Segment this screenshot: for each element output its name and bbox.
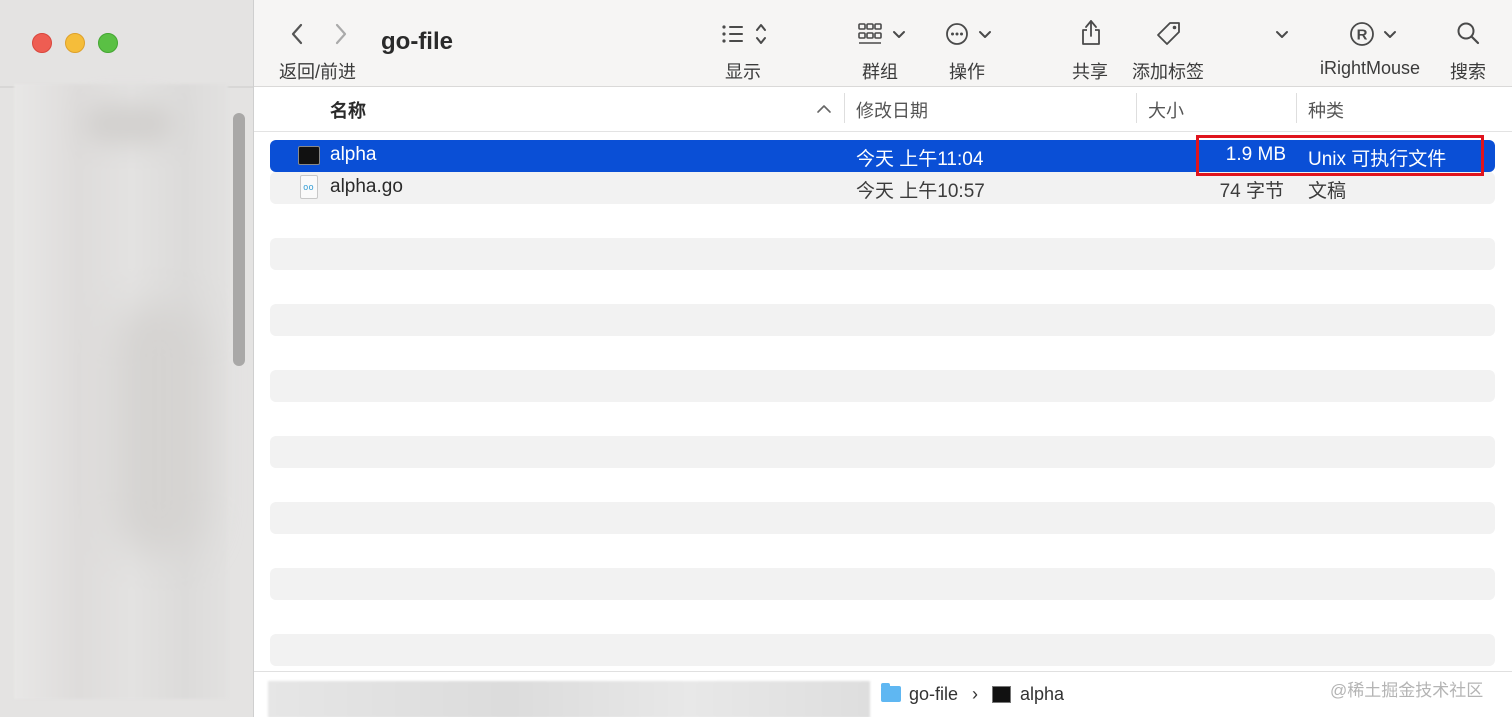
column-separator[interactable] xyxy=(1296,93,1297,123)
sidebar xyxy=(0,0,254,717)
path-folder[interactable]: go-file xyxy=(909,684,958,705)
annotation-highlight-box xyxy=(1196,135,1484,176)
search-button[interactable] xyxy=(1455,20,1483,48)
file-list: alpha 今天 上午11:04 1.9 MB Unix 可执行文件 oo al… xyxy=(254,132,1512,672)
add-tag-label: 添加标签 xyxy=(1132,62,1204,82)
empty-row-stripe xyxy=(270,436,1495,468)
column-header-bar: 名称 修改日期 大小 种类 xyxy=(254,87,1512,132)
group-button[interactable] xyxy=(856,20,910,50)
add-tag-button[interactable] xyxy=(1154,18,1184,50)
view-label: 显示 xyxy=(725,62,761,82)
search-icon xyxy=(1457,22,1480,45)
chevron-right-icon xyxy=(335,23,347,45)
nav-label: 返回/前进 xyxy=(279,62,357,82)
file-name: alpha xyxy=(330,144,377,165)
chevron-down-icon xyxy=(1276,31,1288,38)
path-file[interactable]: alpha xyxy=(1020,684,1064,705)
file-row-alpha-go[interactable]: oo alpha.go 今天 上午10:57 74 字节 文稿 xyxy=(270,172,1495,204)
column-separator[interactable] xyxy=(844,93,845,123)
zoom-window-button[interactable] xyxy=(98,33,118,53)
column-header-name[interactable]: 名称 xyxy=(330,97,366,123)
share-icon xyxy=(1082,20,1100,45)
tag-icon xyxy=(1157,22,1180,45)
sidebar-blurred-content xyxy=(14,84,228,699)
group-label: 群组 xyxy=(862,62,898,82)
irightmouse-button[interactable]: R xyxy=(1346,20,1402,50)
file-date: 今天 上午11:04 xyxy=(856,149,984,170)
watermark: @稀土掘金技术社区 xyxy=(1330,681,1484,700)
sidebar-scrollbar[interactable] xyxy=(233,113,245,366)
finder-window: 返回/前进 go-file 显示 群组 操作 共享 添加标签 R iRightM… xyxy=(0,0,1512,717)
svg-text:R: R xyxy=(1357,27,1368,44)
folder-icon xyxy=(881,683,901,702)
terminal-executable-icon xyxy=(298,146,320,165)
registered-mark-icon: R xyxy=(1350,22,1396,46)
terminal-executable-icon xyxy=(992,686,1011,703)
chevron-left-icon xyxy=(291,23,303,45)
window-title: go-file xyxy=(381,28,453,55)
share-button[interactable] xyxy=(1078,16,1104,48)
empty-row-stripe xyxy=(270,568,1495,600)
go-document-icon: oo xyxy=(300,175,318,199)
empty-row-stripe xyxy=(270,370,1495,402)
file-name: alpha.go xyxy=(330,176,403,197)
column-header-size[interactable]: 大小 xyxy=(1148,97,1184,123)
action-button[interactable] xyxy=(944,20,998,50)
list-view-icon xyxy=(722,24,766,44)
empty-row-stripe xyxy=(270,304,1495,336)
action-label: 操作 xyxy=(949,62,985,82)
file-kind: 文稿 xyxy=(1308,181,1347,202)
grid-group-icon xyxy=(858,23,905,44)
empty-row-stripe xyxy=(270,634,1495,666)
file-date: 今天 上午10:57 xyxy=(856,181,985,202)
column-header-kind[interactable]: 种类 xyxy=(1308,97,1344,123)
forward-button[interactable] xyxy=(328,20,352,48)
column-header-date[interactable]: 修改日期 xyxy=(856,97,928,123)
file-size: 74 字节 xyxy=(1219,181,1284,202)
ellipsis-circle-icon xyxy=(946,23,991,45)
back-button[interactable] xyxy=(286,20,310,48)
search-label: 搜索 xyxy=(1450,62,1486,82)
path-bar: go-file › alpha xyxy=(254,671,1512,717)
sort-ascending-icon[interactable] xyxy=(814,99,834,119)
irightmouse-label: iRightMouse xyxy=(1320,58,1421,78)
empty-row-stripe xyxy=(270,238,1495,270)
view-button[interactable] xyxy=(720,20,772,50)
column-separator[interactable] xyxy=(1136,93,1137,123)
toolbar-overflow-button[interactable] xyxy=(1270,24,1294,46)
minimize-window-button[interactable] xyxy=(65,33,85,53)
share-label: 共享 xyxy=(1072,62,1108,82)
close-window-button[interactable] xyxy=(32,33,52,53)
path-bar-blurred-content xyxy=(268,681,870,717)
empty-row-stripe xyxy=(270,502,1495,534)
path-separator: › xyxy=(972,684,978,704)
